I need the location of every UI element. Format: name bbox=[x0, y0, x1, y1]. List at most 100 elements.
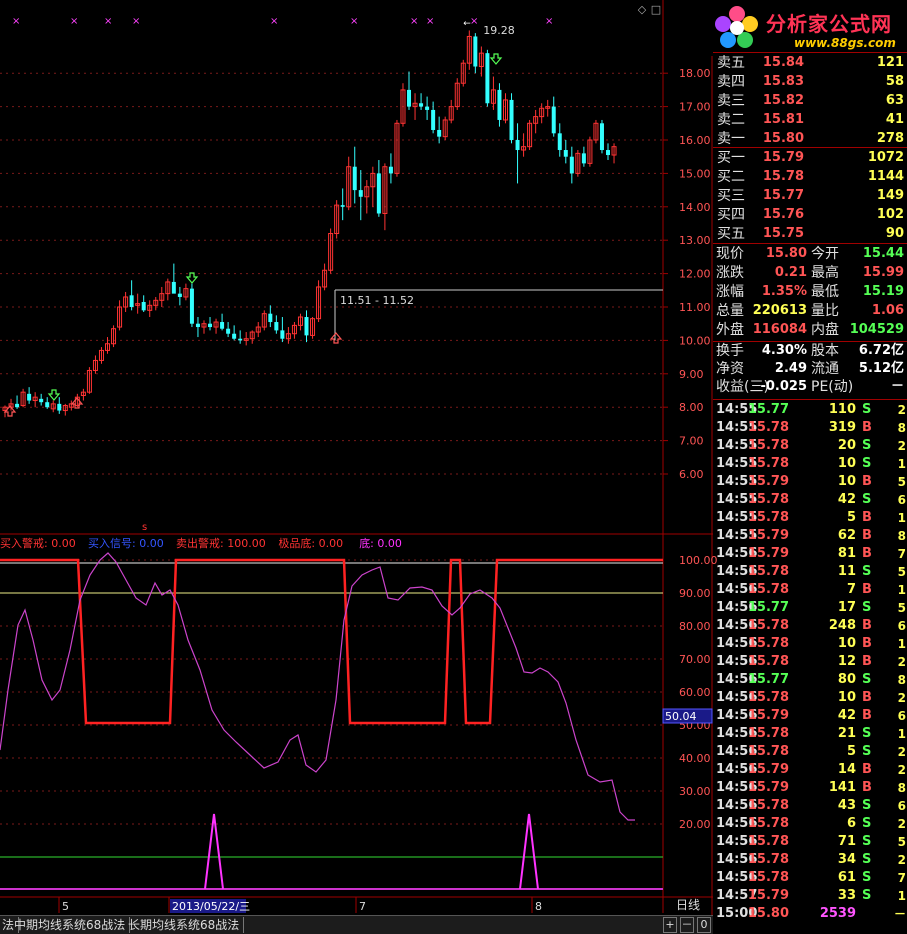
tick-side: B bbox=[862, 762, 872, 777]
tick-row: 14:56 15.78 21 S 1 bbox=[713, 725, 907, 743]
tick-count: 1 bbox=[897, 637, 906, 651]
tick-list[interactable]: 14:55 15.77 110 S 2 14:55 15.78 319 B 8 14:55 15.78… bbox=[713, 401, 907, 933]
ask-price: 15.83 bbox=[762, 74, 804, 89]
indicator-legend-item: 极品底: 0.00 bbox=[278, 536, 343, 550]
tick-volume: 141 bbox=[828, 780, 856, 795]
price-tick-label: 18.00 bbox=[679, 67, 711, 80]
bid-price: 15.75 bbox=[762, 226, 804, 241]
tick-price: 15.78 bbox=[747, 798, 789, 813]
tick-count: 2 bbox=[897, 817, 906, 831]
stat-row: 现价 15.80 今开 15.44 bbox=[713, 245, 907, 263]
tab-long-ma-strategy[interactable]: 长期均线系统68战法 bbox=[124, 917, 245, 933]
bid-volume: 1072 bbox=[867, 150, 904, 165]
tick-side: B bbox=[862, 690, 872, 705]
bid-row: 买四 15.76 102 bbox=[713, 206, 907, 224]
indicator-legend-item: 买入信号: 0.00 bbox=[88, 537, 164, 550]
quote-stats-divider bbox=[713, 243, 907, 244]
tick-volume: 81 bbox=[837, 546, 856, 561]
bid-label: 买四 bbox=[717, 207, 745, 223]
ask-row: 卖二 15.81 41 bbox=[713, 111, 907, 129]
candle-body-down bbox=[39, 398, 44, 403]
osc-tick-label: 20.00 bbox=[679, 818, 711, 831]
bid-ask-divider bbox=[713, 147, 907, 148]
tick-row: 14:55 15.78 10 S 1 bbox=[713, 455, 907, 473]
tick-row: 14:56 15.78 7 B 1 bbox=[713, 581, 907, 599]
tick-volume: 80 bbox=[837, 672, 856, 687]
tab-add-button[interactable]: + bbox=[663, 917, 677, 933]
ask-row: 卖五 15.84 121 bbox=[713, 54, 907, 72]
tick-price: 15.78 bbox=[747, 636, 789, 651]
tick-price: 15.77 bbox=[747, 600, 789, 615]
stat-label: 流通 bbox=[811, 361, 839, 377]
tick-list-divider bbox=[713, 399, 907, 400]
tick-volume: 319 bbox=[828, 420, 856, 435]
tab-remove-button[interactable]: － bbox=[680, 917, 694, 933]
tick-price: 15.78 bbox=[747, 510, 789, 525]
stat-value: 1.35% bbox=[761, 284, 807, 299]
tick-price: 15.78 bbox=[747, 564, 789, 579]
stat-value: 0.21 bbox=[774, 265, 807, 280]
tick-volume: 5 bbox=[846, 510, 856, 525]
stat-row: 换手 4.30% 股本 6.72亿 bbox=[713, 342, 907, 360]
tick-side: S bbox=[862, 456, 872, 471]
ask-label: 卖四 bbox=[717, 74, 745, 90]
tick-side: S bbox=[862, 402, 872, 417]
tick-price: 15.78 bbox=[747, 582, 789, 597]
stats-divider bbox=[713, 341, 907, 342]
tick-price: 15.79 bbox=[747, 780, 789, 795]
tick-count: 7 bbox=[897, 547, 906, 561]
tick-volume: 10 bbox=[837, 636, 856, 651]
tick-count: 5 bbox=[897, 835, 906, 849]
logo-url: www.88gs.com bbox=[794, 36, 896, 50]
stat-label: 涨幅 bbox=[716, 284, 744, 300]
candle-body-down bbox=[599, 123, 604, 151]
tick-volume: 7 bbox=[846, 582, 856, 597]
tick-row: 14:56 15.78 61 S 7 bbox=[713, 869, 907, 887]
tick-price: 15.78 bbox=[747, 816, 789, 831]
stat-label: 现价 bbox=[716, 246, 744, 262]
signal-x-mark: × bbox=[470, 16, 478, 27]
tick-row: 14:56 15.78 12 B 2 bbox=[713, 653, 907, 671]
tick-volume: 12 bbox=[837, 654, 856, 669]
stat-label: 净资 bbox=[716, 361, 744, 377]
price-tick-label: 11.00 bbox=[679, 301, 711, 314]
candle-body-down bbox=[425, 106, 430, 110]
bid-row: 买一 15.79 1072 bbox=[713, 149, 907, 167]
signal-x-mark: × bbox=[104, 16, 112, 27]
candle-body-down bbox=[304, 317, 309, 336]
range-label: 11.51 - 11.52 bbox=[340, 294, 414, 307]
tick-row: 14:55 15.78 5 B 1 bbox=[713, 509, 907, 527]
period-selector[interactable]: 日线 bbox=[663, 897, 713, 913]
tab-mid-ma-strategy[interactable]: 中期均线系统68战法 bbox=[10, 917, 131, 933]
indicator-legend-item: 买入警戒: 0.00 bbox=[0, 536, 76, 550]
price-tick-label: 14.00 bbox=[679, 201, 711, 214]
candle-body-down bbox=[27, 393, 32, 401]
tick-volume: 42 bbox=[837, 708, 856, 723]
tick-count: 5 bbox=[897, 475, 906, 489]
square-icon[interactable]: □ bbox=[650, 4, 662, 16]
indicator-legend-item: 底: 0.00 bbox=[359, 536, 402, 550]
tick-volume: 5 bbox=[846, 744, 856, 759]
date-label: 8 bbox=[535, 900, 542, 913]
candle-body-down bbox=[171, 281, 176, 294]
diamond-icon[interactable]: ◇ bbox=[636, 4, 648, 16]
tick-price: 15.79 bbox=[747, 888, 789, 903]
candle-body-down bbox=[208, 323, 213, 328]
tick-count: 2 bbox=[897, 403, 906, 417]
quote-stats-extra: 换手 4.30% 股本 6.72亿 净资 2.49 流通 5.12亿 收益(三) -0.025 PE… bbox=[713, 342, 907, 398]
bid-price: 15.78 bbox=[762, 169, 804, 184]
tick-side: B bbox=[862, 654, 872, 669]
bid-label: 买二 bbox=[717, 169, 745, 185]
tick-row: 14:56 15.78 10 B 2 bbox=[713, 689, 907, 707]
bid-volume: 90 bbox=[885, 226, 904, 241]
bid-row: 买二 15.78 1144 bbox=[713, 168, 907, 186]
tick-count: 5 bbox=[897, 601, 906, 615]
bid-price: 15.79 bbox=[762, 150, 804, 165]
tab-reset-button[interactable]: 0 bbox=[697, 917, 711, 933]
quote-stats: 现价 15.80 今开 15.44 涨跌 0.21 最高 15.99 涨幅 1.35% 最低 15.1… bbox=[713, 245, 907, 340]
stat-label: 外盘 bbox=[716, 322, 744, 338]
candle-body-down bbox=[407, 89, 412, 107]
stat-label: 最高 bbox=[811, 265, 839, 281]
tick-side: S bbox=[862, 870, 872, 885]
site-logo: 分析家公式网 www.88gs.com bbox=[706, 0, 907, 56]
